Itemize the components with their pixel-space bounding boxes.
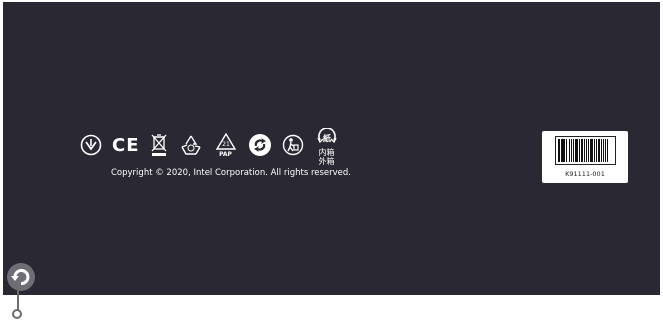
plug-safety-icon — [80, 134, 102, 156]
barcode-space — [608, 139, 611, 162]
barcode — [555, 136, 616, 165]
green-dot-icon — [248, 133, 272, 157]
rotate-icon[interactable] — [6, 262, 36, 292]
tidyman-icon — [282, 134, 304, 156]
paper-char: 紙 — [323, 133, 331, 143]
copyright-text: Copyright © 2020, Intel Corporation. All… — [111, 168, 351, 178]
packaging-panel: CE 21 PAP 紙 内箱 外箱 Copyright © 2020, Inte… — [3, 2, 660, 295]
paper-text-line1: 内箱 — [318, 148, 335, 157]
weee-bin-icon — [150, 133, 168, 157]
paper-text-line2: 外箱 — [318, 157, 335, 166]
recycle-arrows-icon — [178, 133, 204, 157]
paper-recycle-icon: 紙 内箱 外箱 — [314, 124, 340, 166]
ce-mark-icon: CE — [112, 134, 140, 156]
barcode-label: K91111-001 — [542, 131, 628, 183]
barcode-number: K91111-001 — [565, 170, 605, 178]
pap-code: 21 — [222, 141, 230, 148]
hotspot-anchor[interactable] — [12, 309, 22, 319]
certification-marks: CE 21 PAP 紙 内箱 外箱 — [80, 124, 340, 166]
pap-label: PAP — [219, 151, 232, 158]
pap-recycle-icon: 21 PAP — [214, 132, 238, 158]
